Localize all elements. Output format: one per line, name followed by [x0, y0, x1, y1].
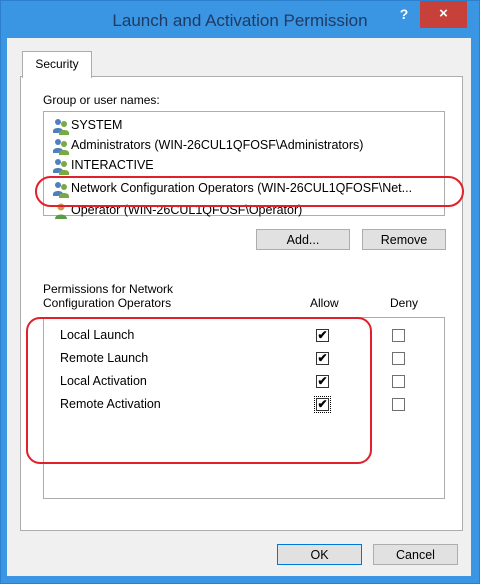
group-or-user-names-label: Group or user names:	[43, 93, 160, 107]
user-name: SYSTEM	[71, 118, 123, 132]
tab-security[interactable]: Security	[22, 51, 92, 78]
user-group-icon	[52, 137, 70, 155]
list-item-administrators[interactable]: Administrators (WIN-26CUL1QFOSF\Administ…	[52, 135, 363, 155]
allow-column-header: Allow	[310, 296, 339, 310]
deny-checkbox-remote-activation[interactable]	[392, 398, 405, 411]
user-name: Administrators (WIN-26CUL1QFOSF\Administ…	[71, 138, 364, 152]
cancel-button[interactable]: Cancel	[373, 544, 458, 565]
help-button[interactable]: ?	[390, 3, 418, 29]
deny-checkbox-local-launch[interactable]	[392, 329, 405, 342]
list-item-system[interactable]: SYSTEM	[52, 115, 122, 135]
list-item-interactive[interactable]: INTERACTIVE	[52, 155, 154, 175]
permissions-label-line1: Permissions for Network	[43, 282, 174, 296]
deny-checkbox-remote-launch[interactable]	[392, 352, 405, 365]
user-group-icon	[52, 157, 70, 175]
deny-column-header: Deny	[390, 296, 419, 310]
close-button[interactable]: ×	[420, 1, 467, 28]
permissions-annotation	[26, 317, 372, 464]
selected-user-annotation	[35, 176, 464, 207]
deny-checkbox-local-activation[interactable]	[392, 375, 405, 388]
user-name: INTERACTIVE	[71, 158, 154, 172]
ok-button[interactable]: OK	[277, 544, 362, 565]
permissions-label-line2: Configuration Operators	[43, 296, 172, 310]
user-group-icon	[52, 117, 70, 135]
remove-button[interactable]: Remove	[362, 229, 446, 250]
add-button[interactable]: Add...	[256, 229, 350, 250]
